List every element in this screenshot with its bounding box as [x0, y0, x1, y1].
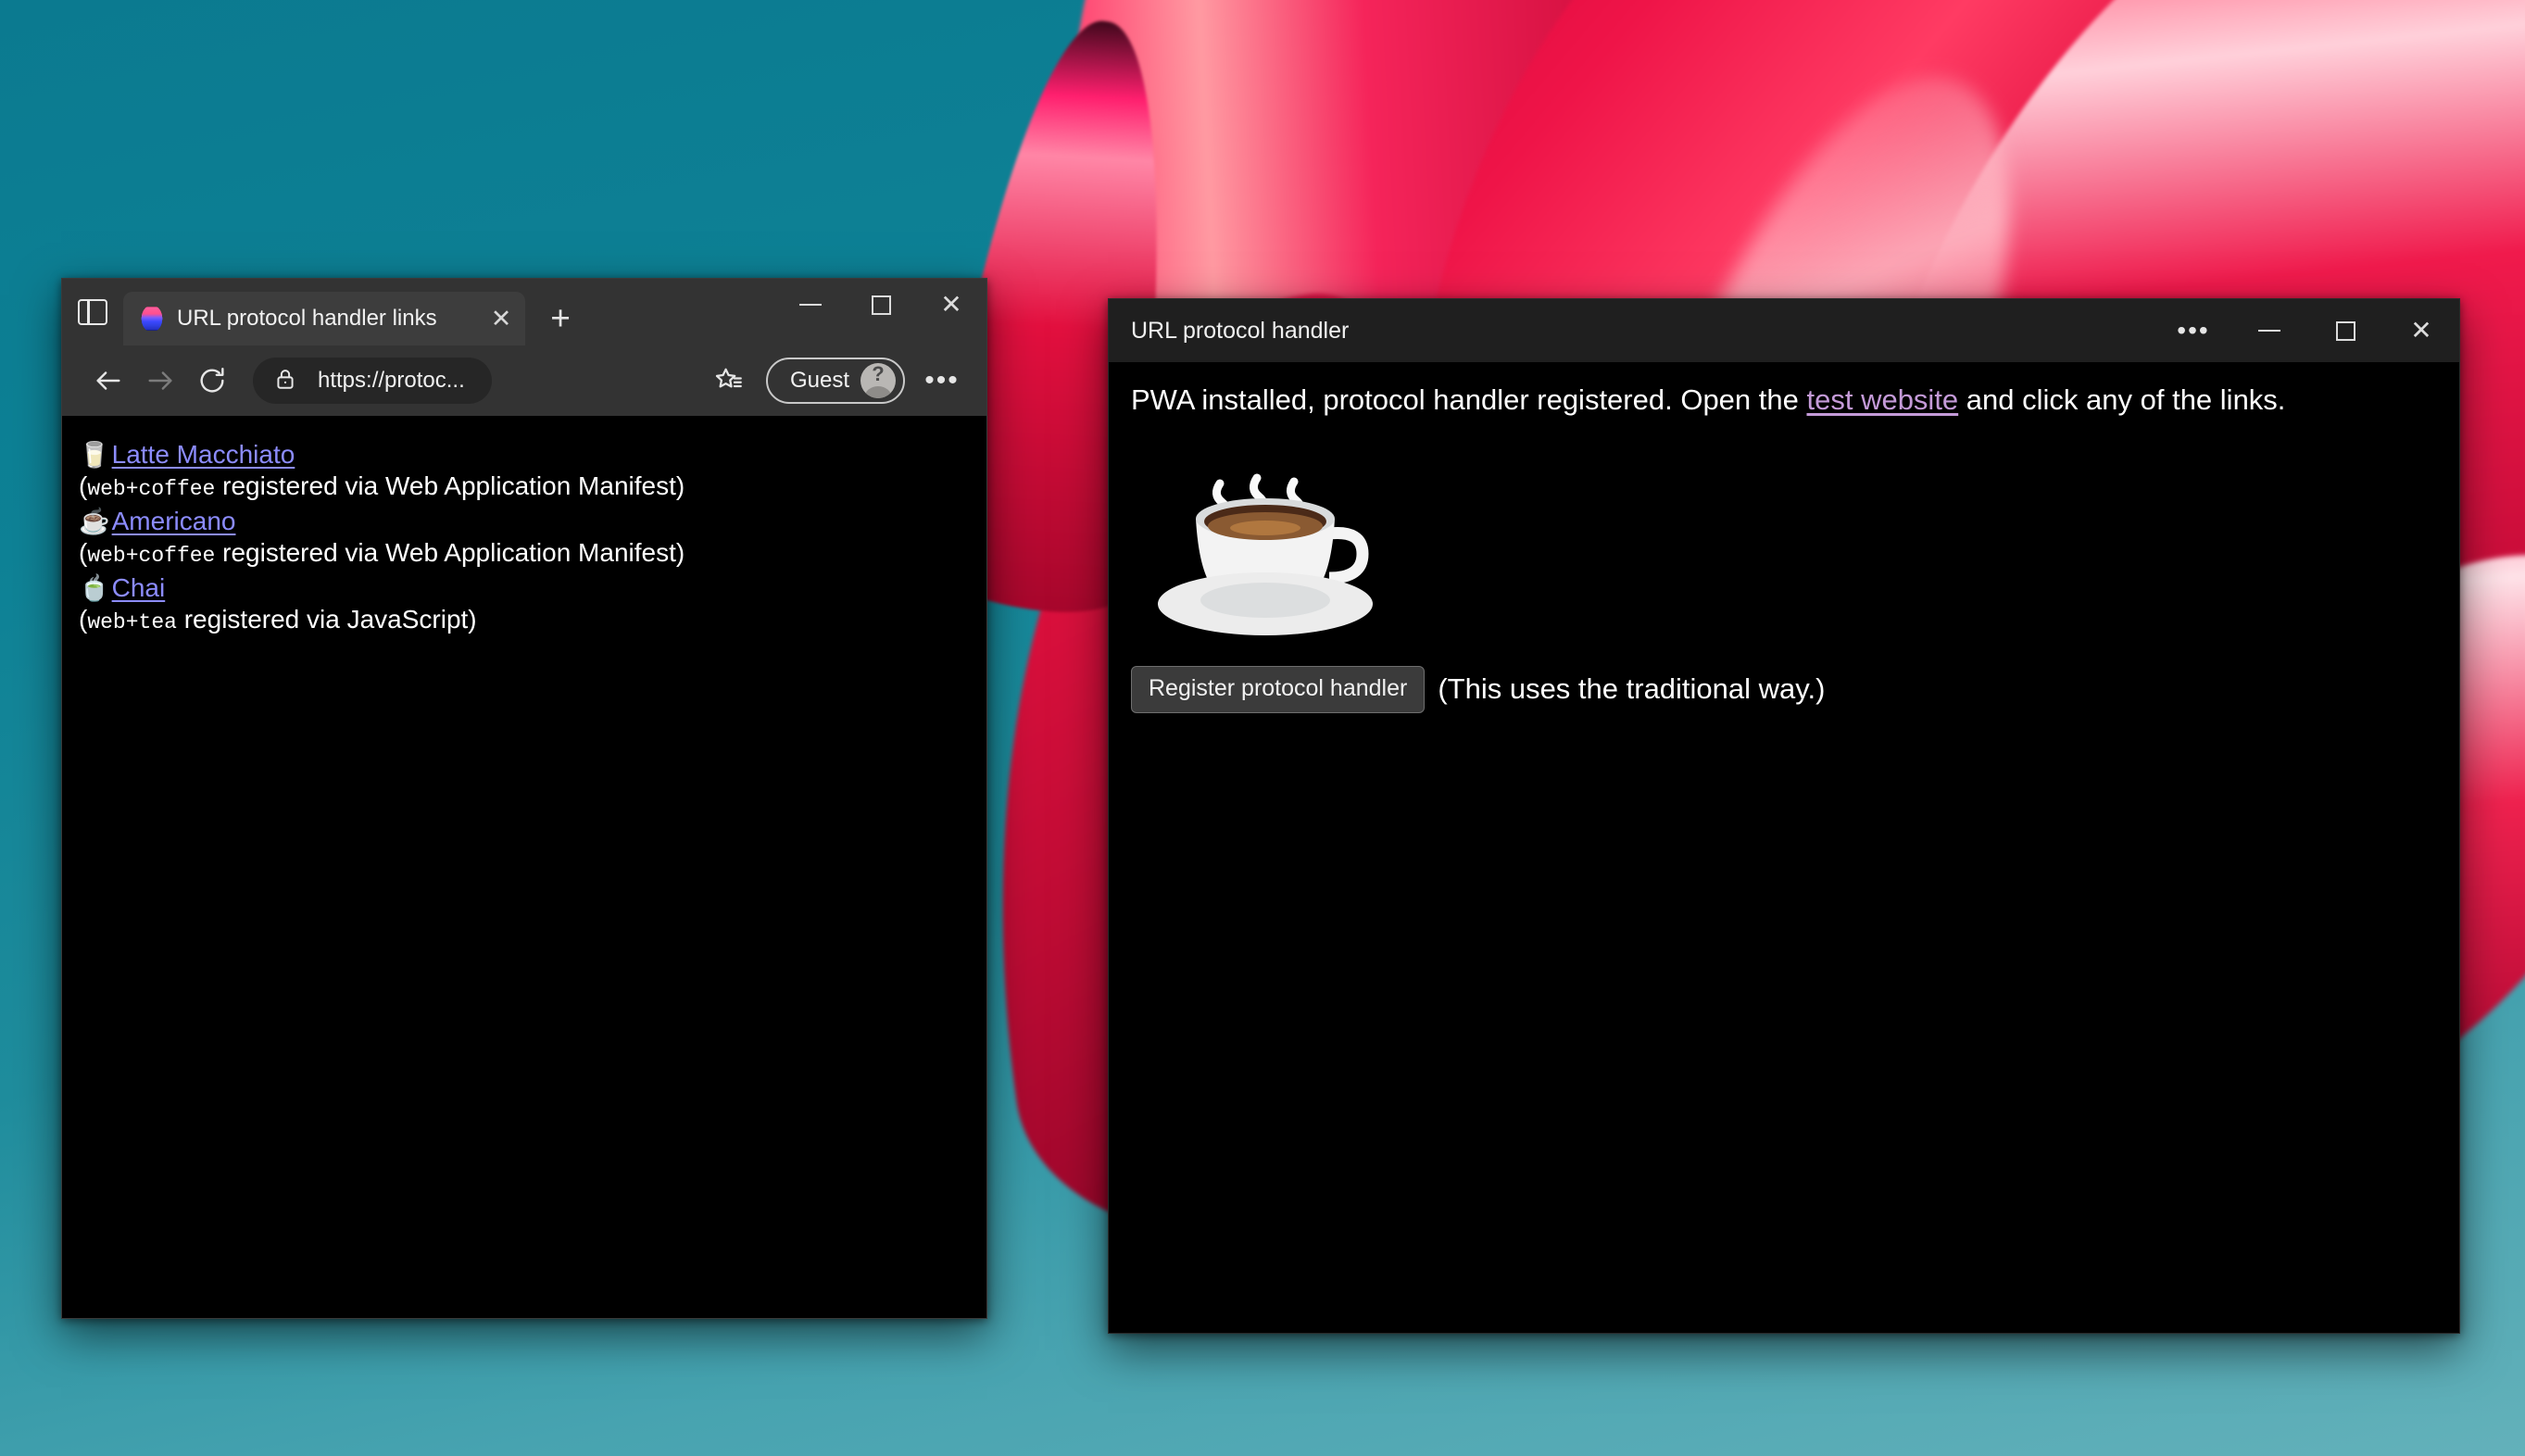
pwa-title: URL protocol handler: [1131, 317, 1350, 344]
link-row: 🥛 Latte Macchiato: [79, 440, 986, 470]
button-note: (This uses the traditional way.): [1438, 672, 1826, 706]
note-open-paren: (: [79, 471, 88, 500]
new-tab-button[interactable]: +: [534, 292, 586, 344]
favicon-icon: [140, 307, 164, 331]
maximize-icon: [2335, 320, 2355, 341]
note-scheme: web+coffee: [87, 477, 216, 501]
tab-actions-button[interactable]: [62, 279, 123, 345]
pwa-maximize-button[interactable]: [2307, 299, 2383, 362]
favorites-icon: [715, 368, 742, 388]
maximize-icon: [871, 295, 891, 315]
note-text: registered via Web Application Manifest): [215, 471, 685, 500]
link-latte-macchiato[interactable]: Latte Macchiato: [112, 440, 295, 470]
note-text: registered via JavaScript): [176, 605, 477, 634]
link-chai[interactable]: Chai: [112, 573, 166, 603]
back-button[interactable]: [82, 355, 134, 407]
guest-avatar-icon: ?: [861, 363, 896, 398]
close-icon: ✕: [940, 290, 962, 319]
address-bar-text: https://protoc...: [318, 368, 465, 393]
forward-arrow-icon: [148, 371, 172, 390]
note-scheme: web+coffee: [87, 544, 216, 568]
browser-settings-more-button[interactable]: •••: [914, 355, 970, 407]
browser-window-controls: ✕: [775, 279, 986, 345]
favorites-button[interactable]: [701, 355, 753, 407]
glass-of-milk-icon: 🥛: [79, 440, 110, 469]
refresh-button[interactable]: [186, 355, 238, 407]
browser-tab[interactable]: URL protocol handler links ✕: [123, 292, 525, 345]
note-open-paren: (: [79, 538, 88, 567]
note-scheme: web+tea: [87, 610, 177, 634]
coffee-highlight: [1230, 520, 1300, 535]
note-open-paren: (: [79, 605, 88, 634]
saucer-well: [1200, 582, 1330, 618]
minimize-button[interactable]: [775, 279, 846, 331]
page-content: 🥛 Latte Macchiato (web+coffee registered…: [62, 416, 986, 1318]
panel-icon: [78, 299, 107, 325]
note-text: registered via Web Application Manifest): [215, 538, 685, 567]
lock-icon: [273, 367, 297, 395]
forward-button[interactable]: [134, 355, 186, 407]
profile-label: Guest: [789, 368, 849, 393]
cup-handle: [1328, 526, 1369, 584]
desktop: URL protocol handler links ✕ + ✕ https:/…: [0, 0, 2525, 1456]
coffee-cup-image: [1158, 473, 1373, 635]
hot-beverage-icon: ☕: [79, 507, 110, 535]
pwa-button-row: Register protocol handler (This uses the…: [1131, 665, 2459, 713]
link-note: (web+coffee registered via Web Applicati…: [79, 538, 986, 568]
tab-title: URL protocol handler links: [177, 306, 437, 331]
avatar-shoulders: [864, 386, 892, 398]
browser-window: URL protocol handler links ✕ + ✕ https:/…: [61, 278, 987, 1319]
tab-close-icon[interactable]: ✕: [483, 300, 520, 337]
paragraph-text-after: and click any of the links.: [1958, 383, 2286, 416]
close-icon: ✕: [2410, 316, 2432, 345]
pwa-title-bar[interactable]: URL protocol handler ••• ✕: [1109, 299, 2459, 362]
pwa-more-button[interactable]: •••: [2155, 299, 2231, 362]
link-row: 🍵 Chai: [79, 573, 986, 603]
profile-button[interactable]: Guest ?: [765, 358, 905, 404]
question-mark-glyph: ?: [872, 363, 885, 385]
paragraph-text-before: PWA installed, protocol handler register…: [1131, 383, 1807, 416]
browser-toolbar: https://protoc... Guest ? •••: [62, 345, 986, 416]
pwa-window-controls: ••• ✕: [2155, 299, 2459, 362]
maximize-button[interactable]: [846, 279, 916, 331]
link-row: ☕ Americano: [79, 507, 986, 536]
pwa-minimize-button[interactable]: [2231, 299, 2307, 362]
link-note: (web+tea registered via JavaScript): [79, 605, 986, 634]
minimize-icon: [799, 304, 822, 306]
pwa-close-button[interactable]: ✕: [2383, 299, 2459, 362]
register-protocol-handler-button[interactable]: Register protocol handler: [1131, 665, 1426, 713]
back-arrow-icon: [96, 371, 120, 390]
minimize-icon: [2258, 330, 2280, 332]
close-button[interactable]: ✕: [916, 279, 986, 331]
pwa-window: URL protocol handler ••• ✕ PWA installed…: [1108, 298, 2460, 1334]
tab-strip: URL protocol handler links ✕ + ✕: [62, 279, 986, 345]
refresh-icon: [200, 368, 224, 393]
pwa-content: PWA installed, protocol handler register…: [1109, 362, 2459, 1333]
pwa-status-paragraph: PWA installed, protocol handler register…: [1131, 383, 2459, 419]
test-website-link[interactable]: test website: [1806, 383, 1958, 416]
link-note: (web+coffee registered via Web Applicati…: [79, 471, 986, 501]
link-americano[interactable]: Americano: [112, 507, 236, 536]
teacup-icon: 🍵: [79, 573, 110, 602]
address-bar[interactable]: https://protoc...: [253, 358, 492, 404]
